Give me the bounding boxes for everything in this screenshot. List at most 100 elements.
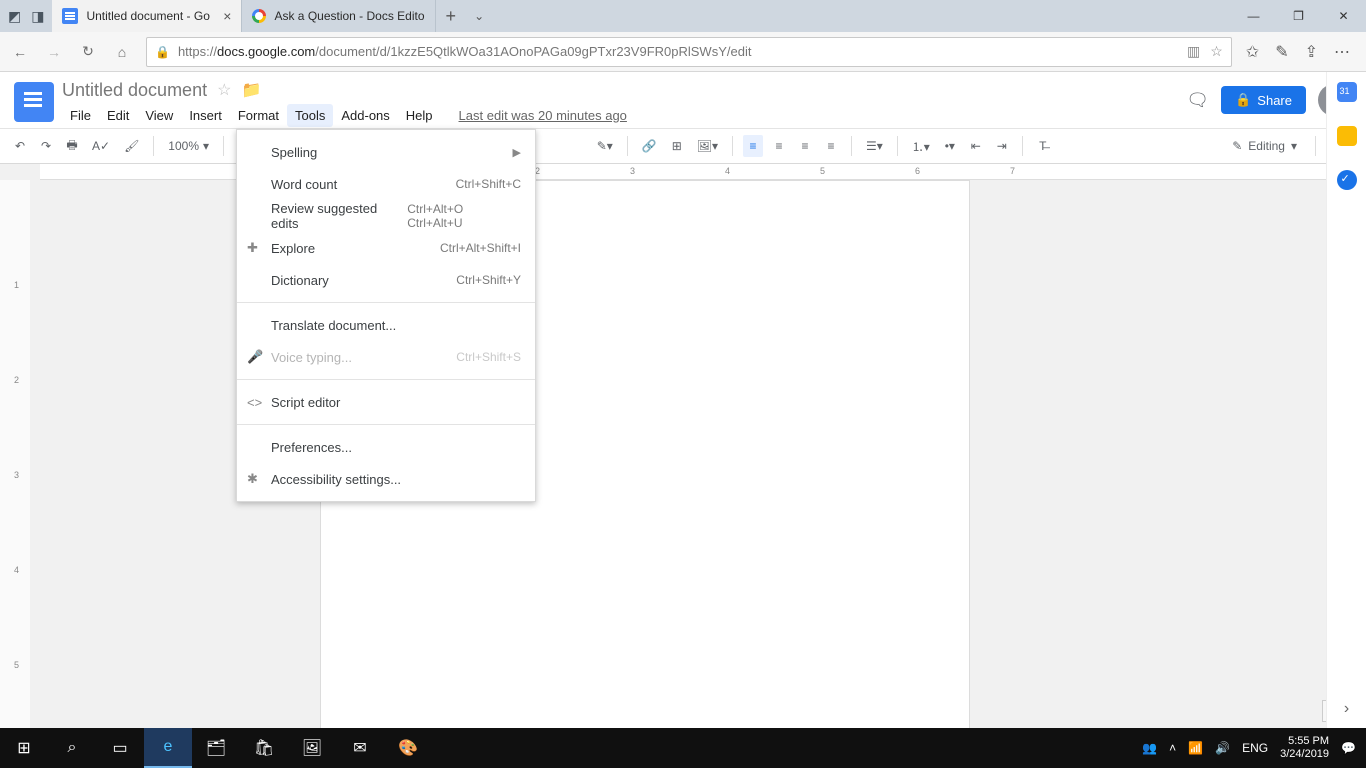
align-right-button[interactable]: ≡: [795, 135, 815, 157]
docs-logo-icon[interactable]: [14, 82, 54, 122]
bulleted-list-button[interactable]: •▾: [940, 135, 960, 157]
menuitem-explore[interactable]: ✚ Explore Ctrl+Alt+Shift+I: [237, 232, 535, 264]
last-edit-link[interactable]: Last edit was 20 minutes ago: [459, 108, 627, 123]
spellcheck-button[interactable]: A✓: [88, 135, 114, 157]
forward-button[interactable]: →: [44, 44, 64, 60]
browser-tab-0[interactable]: Untitled document - Go ×: [52, 0, 242, 32]
clear-formatting-button[interactable]: T̶: [1033, 135, 1053, 157]
menuitem-voice-typing: 🎤 Voice typing... Ctrl+Shift+S: [237, 341, 535, 373]
notes-icon[interactable]: ✎: [1275, 42, 1288, 62]
chevron-down-icon: ▾: [1291, 139, 1297, 153]
editing-mode-select[interactable]: ✎ Editing ▾: [1224, 137, 1305, 155]
paint-format-button[interactable]: 🖌: [120, 135, 143, 157]
google-docs-app: Untitled document ☆ 📁 File Edit View Ins…: [0, 72, 1366, 728]
menuitem-word-count[interactable]: Word count Ctrl+Shift+C: [237, 168, 535, 200]
menu-help[interactable]: Help: [398, 104, 441, 127]
menu-tools[interactable]: Tools: [287, 104, 333, 127]
new-tab-button[interactable]: +: [436, 0, 467, 32]
print-button[interactable]: 🖶: [62, 132, 82, 161]
minimize-button[interactable]: ―: [1231, 0, 1276, 32]
address-bar[interactable]: 🔒 https://docs.google.com/document/d/1kz…: [146, 37, 1232, 67]
calendar-addon-icon[interactable]: [1337, 82, 1357, 102]
menuitem-preferences[interactable]: Preferences...: [237, 431, 535, 463]
language-indicator[interactable]: ENG: [1242, 741, 1268, 755]
start-button[interactable]: ⊞: [0, 728, 48, 768]
menuitem-spelling[interactable]: Spelling ▶: [237, 136, 535, 168]
browser-tab-1[interactable]: Ask a Question - Docs Edito: [242, 0, 435, 32]
highlight-color-button[interactable]: ✎▾: [593, 135, 617, 157]
align-justify-button[interactable]: ≡: [821, 135, 841, 157]
menuitem-accessibility[interactable]: ✱ Accessibility settings...: [237, 463, 535, 495]
comments-icon[interactable]: 🗨: [1186, 90, 1209, 111]
pencil-icon: ✎: [1232, 139, 1242, 153]
decrease-indent-button[interactable]: ⇤: [966, 135, 986, 157]
windows-taskbar: ⊞ ⌕ ▭ e 🗂 🛍 🖼 ✉ 🎨 👥 ˄ 📶 🔊 ENG 5:55 PM 3/…: [0, 728, 1366, 768]
align-center-button[interactable]: ≡: [769, 135, 789, 157]
task-view-button[interactable]: ▭: [96, 728, 144, 768]
star-icon[interactable]: ☆: [217, 80, 231, 100]
tab-title: Ask a Question - Docs Edito: [274, 9, 424, 23]
menu-insert[interactable]: Insert: [181, 104, 230, 127]
store-taskbar-icon[interactable]: 🛍: [240, 728, 288, 768]
share-button[interactable]: 🔒 Share: [1221, 86, 1306, 114]
browser-right-tools: ✩ ✎ ⇪ ⋯: [1246, 42, 1356, 62]
microphone-icon: 🎤: [247, 349, 263, 365]
refresh-button[interactable]: ↻: [78, 43, 98, 60]
paint-taskbar-icon[interactable]: 🎨: [384, 728, 432, 768]
horizontal-ruler[interactable]: 1 2 3 4 5 6 7: [40, 164, 1326, 180]
file-explorer-taskbar-icon[interactable]: 🗂: [192, 728, 240, 768]
menu-view[interactable]: View: [137, 104, 181, 127]
tray-chevron-icon[interactable]: ˄: [1169, 741, 1176, 755]
tab-menu-button[interactable]: ⌄: [466, 0, 492, 32]
menuitem-review-suggested[interactable]: Review suggested edits Ctrl+Alt+O Ctrl+A…: [237, 200, 535, 232]
volume-icon[interactable]: 🔊: [1215, 741, 1230, 755]
insert-link-button[interactable]: 🔗: [638, 135, 661, 157]
menuitem-script-editor[interactable]: <> Script editor: [237, 386, 535, 418]
redo-button[interactable]: ↷: [36, 135, 56, 157]
edge-taskbar-icon[interactable]: e: [144, 728, 192, 768]
mail-taskbar-icon[interactable]: ✉: [336, 728, 384, 768]
tasks-addon-icon[interactable]: [1337, 170, 1357, 190]
menu-addons[interactable]: Add-ons: [333, 104, 397, 127]
wifi-icon[interactable]: 📶: [1188, 741, 1203, 755]
search-button[interactable]: ⌕: [48, 728, 96, 768]
menu-format[interactable]: Format: [230, 104, 287, 127]
accessibility-icon: ✱: [247, 471, 258, 487]
move-to-folder-icon[interactable]: 📁: [241, 80, 261, 100]
show-tabs-icon[interactable]: ◨: [31, 8, 44, 25]
increase-indent-button[interactable]: ⇥: [992, 135, 1012, 157]
home-button[interactable]: ⌂: [112, 44, 132, 60]
line-spacing-button[interactable]: ☰▾: [862, 135, 887, 157]
docs-toolbar: ↶ ↷ 🖶 A✓ 🖌 100% ▾ Normal Spelling ▶ Word…: [0, 128, 1366, 164]
undo-button[interactable]: ↶: [10, 135, 30, 157]
close-window-button[interactable]: ✕: [1321, 0, 1366, 32]
vertical-ruler[interactable]: 1 2 3 4 5 6: [0, 180, 30, 728]
action-center-icon[interactable]: 💬: [1341, 741, 1356, 755]
google-favicon-icon: [252, 9, 266, 23]
hide-side-panel-icon[interactable]: ›: [1344, 700, 1349, 718]
reading-view-icon[interactable]: ▥: [1187, 43, 1200, 60]
more-icon[interactable]: ⋯: [1334, 42, 1350, 62]
maximize-button[interactable]: ❐: [1276, 0, 1321, 32]
menu-file[interactable]: File: [62, 104, 99, 127]
set-aside-tabs-icon[interactable]: ◩: [8, 8, 21, 25]
close-tab-icon[interactable]: ×: [223, 8, 231, 24]
align-left-button[interactable]: ≡: [743, 135, 763, 157]
clock[interactable]: 5:55 PM 3/24/2019: [1280, 735, 1329, 761]
back-button[interactable]: ←: [10, 44, 30, 60]
menu-edit[interactable]: Edit: [99, 104, 137, 127]
menuitem-dictionary[interactable]: Dictionary Ctrl+Shift+Y: [237, 264, 535, 296]
tools-dropdown: Spelling ▶ Word count Ctrl+Shift+C Revie…: [236, 129, 536, 502]
keep-addon-icon[interactable]: [1337, 126, 1357, 146]
favorite-star-icon[interactable]: ☆: [1210, 43, 1223, 60]
favorites-icon[interactable]: ✩: [1246, 42, 1259, 62]
numbered-list-button[interactable]: ⒈▾: [908, 134, 934, 159]
insert-image-button[interactable]: 🖼▾: [693, 135, 722, 157]
zoom-select[interactable]: 100% ▾: [164, 137, 213, 155]
menuitem-translate[interactable]: Translate document...: [237, 309, 535, 341]
document-title[interactable]: Untitled document: [62, 80, 207, 101]
insert-comment-button[interactable]: ⊞: [667, 135, 687, 157]
photos-taskbar-icon[interactable]: 🖼: [288, 728, 336, 768]
people-icon[interactable]: 👥: [1142, 741, 1157, 755]
share-browser-icon[interactable]: ⇪: [1305, 42, 1318, 62]
